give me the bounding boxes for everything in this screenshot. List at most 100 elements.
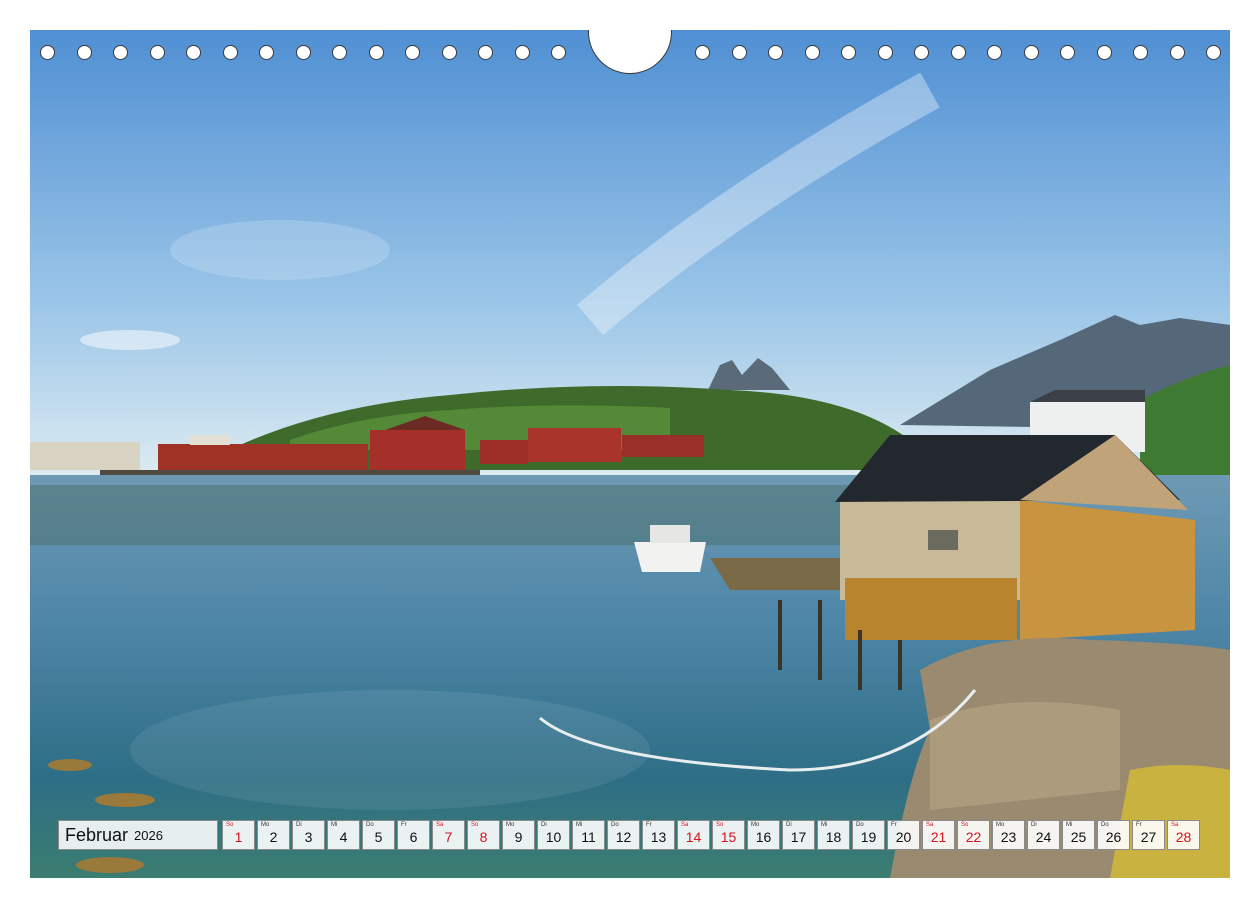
day-cell: Mo 9 — [502, 820, 535, 850]
day-cell: Mi 4 — [327, 820, 360, 850]
day-cell: Sa 7 — [432, 820, 465, 850]
binding-hole — [76, 45, 92, 60]
day-weekday-label: Do — [366, 822, 374, 828]
month-label-cell: Februar 2026 — [58, 820, 218, 850]
binding-hole — [222, 45, 238, 60]
day-cell: Mo 2 — [257, 820, 290, 850]
harbor-landscape-image — [30, 30, 1230, 878]
day-number: 20 — [895, 829, 912, 845]
day-weekday-label: Sa — [1171, 822, 1179, 828]
binding-hole — [1023, 45, 1039, 60]
day-number: 26 — [1105, 829, 1122, 845]
day-cell: Fr 13 — [642, 820, 675, 850]
binding-hole — [768, 45, 783, 60]
day-number: 18 — [825, 829, 842, 845]
day-weekday-label: Sa — [436, 822, 444, 828]
day-number: 23 — [1000, 829, 1017, 845]
binding-hole — [950, 45, 966, 60]
day-cell: So 22 — [957, 820, 990, 850]
day-weekday-label: Di — [541, 822, 547, 828]
binding-hole — [987, 45, 1002, 60]
month-name: Februar — [65, 824, 129, 845]
day-weekday-label: Mi — [1066, 822, 1073, 828]
day-number: 21 — [930, 829, 947, 845]
day-cell: Sa 21 — [922, 820, 955, 850]
day-number: 5 — [374, 829, 383, 845]
calendar-strip: Februar 2026 So 1 Mo 2 Di 3 Mi 4 Do 5 Fr 6 Sa 7 So 8 Mo 9… — [58, 820, 1200, 850]
day-number: 8 — [479, 829, 488, 845]
day-weekday-label: So — [226, 822, 234, 828]
day-weekday-label: Do — [1101, 822, 1109, 828]
day-cell: Fr 27 — [1132, 820, 1165, 850]
day-number: 22 — [965, 829, 982, 845]
day-number: 27 — [1140, 829, 1157, 845]
day-weekday-label: Sa — [681, 822, 689, 828]
binding-hole — [841, 45, 856, 60]
day-cell: Mi 25 — [1062, 820, 1095, 850]
binding-hole — [405, 45, 420, 60]
day-weekday-label: Do — [856, 822, 864, 828]
day-weekday-label: Mo — [751, 822, 760, 828]
day-number: 14 — [685, 829, 702, 845]
day-weekday-label: Do — [611, 822, 619, 828]
binding-hole — [259, 45, 274, 60]
day-number: 9 — [514, 829, 523, 845]
binding-hole — [1133, 45, 1148, 60]
binding-hole — [113, 45, 128, 60]
day-number: 13 — [650, 829, 667, 845]
day-cell: Do 12 — [607, 820, 640, 850]
day-weekday-label: Mi — [821, 822, 828, 828]
binding-hole — [1169, 45, 1185, 60]
day-number: 25 — [1070, 829, 1087, 845]
day-weekday-label: Fr — [891, 822, 897, 828]
day-weekday-label: Mi — [331, 822, 338, 828]
binding-hole — [1096, 45, 1112, 60]
day-number: 3 — [304, 829, 313, 845]
day-number: 6 — [409, 829, 418, 845]
day-number: 28 — [1175, 829, 1192, 845]
binding-hole — [877, 45, 893, 60]
day-weekday-label: Mi — [576, 822, 583, 828]
day-number: 11 — [581, 829, 596, 845]
binding-hole — [149, 45, 165, 60]
day-number: 15 — [720, 829, 737, 845]
binding-hole — [1060, 45, 1075, 60]
binding-hole — [441, 45, 457, 60]
day-number: 17 — [790, 829, 807, 845]
day-cell: Do 26 — [1097, 820, 1130, 850]
day-cell: Sa 28 — [1167, 820, 1200, 850]
day-cell: So 1 — [222, 820, 255, 850]
day-weekday-label: Mo — [996, 822, 1005, 828]
day-number: 10 — [545, 829, 562, 845]
day-cell: Fr 20 — [887, 820, 920, 850]
day-cell: Mi 11 — [572, 820, 605, 850]
day-cell: Di 17 — [782, 820, 815, 850]
binding-hole — [368, 45, 384, 60]
day-cell: So 15 — [712, 820, 745, 850]
day-weekday-label: Mo — [506, 822, 515, 828]
day-weekday-label: Mo — [261, 822, 270, 828]
binding-hole — [914, 45, 929, 60]
day-cell: Di 10 — [537, 820, 570, 850]
day-weekday-label: So — [471, 822, 479, 828]
binding-hole — [332, 45, 347, 60]
binding-hole — [731, 45, 747, 60]
binding-hole — [295, 45, 311, 60]
day-cell: Mo 16 — [747, 820, 780, 850]
day-weekday-label: Di — [786, 822, 792, 828]
day-number: 12 — [615, 829, 632, 845]
day-weekday-label: Di — [1031, 822, 1037, 828]
day-weekday-label: Fr — [1136, 822, 1142, 828]
day-weekday-label: Fr — [401, 822, 407, 828]
calendar-photo — [30, 30, 1230, 878]
day-cell: Fr 6 — [397, 820, 430, 850]
day-cell: Mo 23 — [992, 820, 1025, 850]
day-cell: Di 24 — [1027, 820, 1060, 850]
day-weekday-label: Fr — [646, 822, 652, 828]
day-weekday-label: So — [961, 822, 969, 828]
month-year: 2026 — [134, 827, 163, 843]
day-cell: So 8 — [467, 820, 500, 850]
binding-hole — [514, 45, 530, 60]
day-weekday-label: So — [716, 822, 724, 828]
day-cell: Sa 14 — [677, 820, 710, 850]
